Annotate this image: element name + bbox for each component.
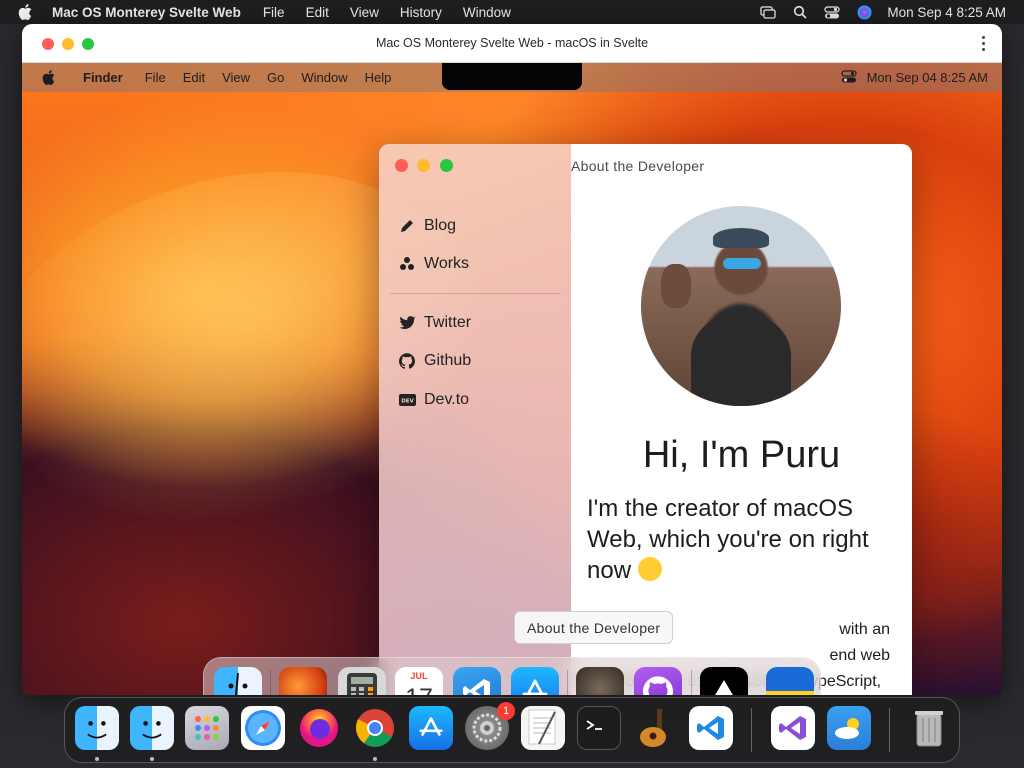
firefox-icon[interactable] [297, 706, 341, 750]
about-developer-app-icon[interactable] [576, 667, 624, 695]
calendar-icon[interactable]: JUL 17 [395, 667, 443, 695]
sidebar-item-label: Blog [424, 217, 457, 234]
github-icon [398, 352, 416, 370]
browser-title: Mac OS Monterey Svelte Web - macOS in Sv… [375, 36, 649, 50]
about-window-title: About the Developer [571, 158, 705, 174]
creator-text-body: I'm the creator of macOS Web, which you'… [587, 495, 869, 584]
inner-dock: JUL 17 [203, 657, 821, 695]
screen-mirroring-icon[interactable] [759, 5, 777, 19]
more-options-icon[interactable] [982, 36, 986, 52]
about-minimize-button[interactable] [417, 159, 430, 172]
host-finder2-dot [150, 757, 154, 761]
host-menu-edit[interactable]: Edit [306, 5, 329, 20]
weather-icon[interactable] [827, 706, 871, 750]
dock-separator [691, 670, 692, 695]
devto-icon: DEV [398, 391, 416, 409]
apple-icon[interactable] [18, 4, 40, 20]
wallpapers-icon[interactable] [279, 667, 327, 695]
terminal-icon[interactable] [577, 706, 621, 750]
host-dock: 1 [64, 697, 960, 763]
macos-web-desktop: Finder File Edit View Go Window Help Mon… [22, 63, 1002, 695]
ukraine-flag-icon[interactable] [766, 667, 814, 695]
sidebar-item-label: Github [424, 352, 472, 369]
circles-icon [398, 255, 416, 273]
svg-text:DEV: DEV [401, 399, 414, 405]
host-dock-separator [751, 708, 752, 752]
trash-icon[interactable] [907, 706, 951, 750]
inner-menu-go[interactable]: Go [267, 70, 284, 85]
inner-menu-file[interactable]: File [145, 70, 166, 85]
sidebar-item-blog[interactable]: Blog [398, 217, 456, 235]
host-menu-history[interactable]: History [400, 5, 442, 20]
app-store-icon[interactable] [511, 667, 559, 695]
inner-control-center-icon[interactable] [840, 69, 857, 86]
host-menu-file[interactable]: File [263, 5, 285, 20]
sidebar-item-twitter[interactable]: Twitter [398, 314, 471, 332]
finder-icon[interactable] [214, 667, 262, 695]
pencil-icon [398, 217, 416, 235]
chrome-icon[interactable] [353, 706, 397, 750]
sidebar-item-works[interactable]: Works [398, 255, 469, 273]
host-finder2-icon[interactable] [130, 706, 174, 750]
inner-menu-window[interactable]: Window [301, 70, 347, 85]
calendar-month: JUL [395, 669, 443, 683]
dock-separator [270, 670, 271, 695]
sidebar-divider [390, 293, 561, 294]
control-center-icon[interactable] [823, 5, 841, 19]
about-zoom-button[interactable] [440, 159, 453, 172]
inner-app-name[interactable]: Finder [83, 70, 123, 85]
sidebar-item-github[interactable]: Github [398, 352, 471, 370]
inner-menu-help[interactable]: Help [365, 70, 392, 85]
greeting-heading: Hi, I'm Puru [642, 434, 841, 476]
host-dock-separator [889, 708, 890, 752]
twitter-icon [398, 314, 416, 332]
host-finder-icon[interactable] [75, 706, 119, 750]
host-finder-dot [95, 757, 99, 761]
launchpad-icon[interactable] [185, 706, 229, 750]
host-app-store-icon[interactable] [409, 706, 453, 750]
host-chrome-dot [373, 757, 377, 761]
inner-apple-icon[interactable] [42, 70, 55, 85]
spotlight-search-icon[interactable] [791, 5, 809, 19]
about-close-button[interactable] [395, 159, 408, 172]
host-vscode-icon[interactable] [689, 706, 733, 750]
smile-emoji-icon [637, 557, 662, 581]
sidebar-item-devto[interactable]: DEV Dev.to [398, 391, 469, 409]
vercel-icon[interactable] [700, 667, 748, 695]
safari-icon[interactable] [241, 706, 285, 750]
calculator-icon[interactable] [338, 667, 386, 695]
inner-clock[interactable]: Mon Sep 04 8:25 AM [867, 70, 988, 85]
garageband-icon[interactable] [633, 706, 677, 750]
visual-studio-icon[interactable] [771, 706, 815, 750]
calendar-day: 17 [405, 683, 433, 696]
settings-notification-badge: 1 [497, 702, 515, 720]
inner-menu-view[interactable]: View [222, 70, 250, 85]
host-app-name[interactable]: Mac OS Monterey Svelte Web [52, 5, 241, 20]
browser-window: Mac OS Monterey Svelte Web - macOS in Sv… [22, 24, 1002, 695]
siri-icon[interactable] [855, 5, 873, 19]
textedit-icon[interactable] [521, 706, 565, 750]
developer-avatar [641, 206, 841, 406]
browser-titlebar: Mac OS Monterey Svelte Web - macOS in Sv… [22, 24, 1002, 63]
dock-tooltip: About the Developer [514, 611, 674, 644]
host-menu-view[interactable]: View [350, 5, 379, 20]
creator-text: I'm the creator of macOS Web, which you'… [587, 493, 892, 586]
inner-menu-edit[interactable]: Edit [183, 70, 205, 85]
notch [442, 63, 582, 90]
vscode-icon[interactable] [453, 667, 501, 695]
sidebar-item-label: Twitter [424, 314, 472, 331]
github-app-icon[interactable] [634, 667, 682, 695]
sidebar-item-label: Works [424, 255, 470, 272]
host-clock[interactable]: Mon Sep 4 8:25 AM [887, 5, 1006, 20]
host-menu-window[interactable]: Window [463, 5, 511, 20]
dock-separator [567, 670, 568, 695]
host-menubar: Mac OS Monterey Svelte Web File Edit Vie… [0, 0, 1024, 24]
sidebar-item-label: Dev.to [424, 391, 470, 408]
